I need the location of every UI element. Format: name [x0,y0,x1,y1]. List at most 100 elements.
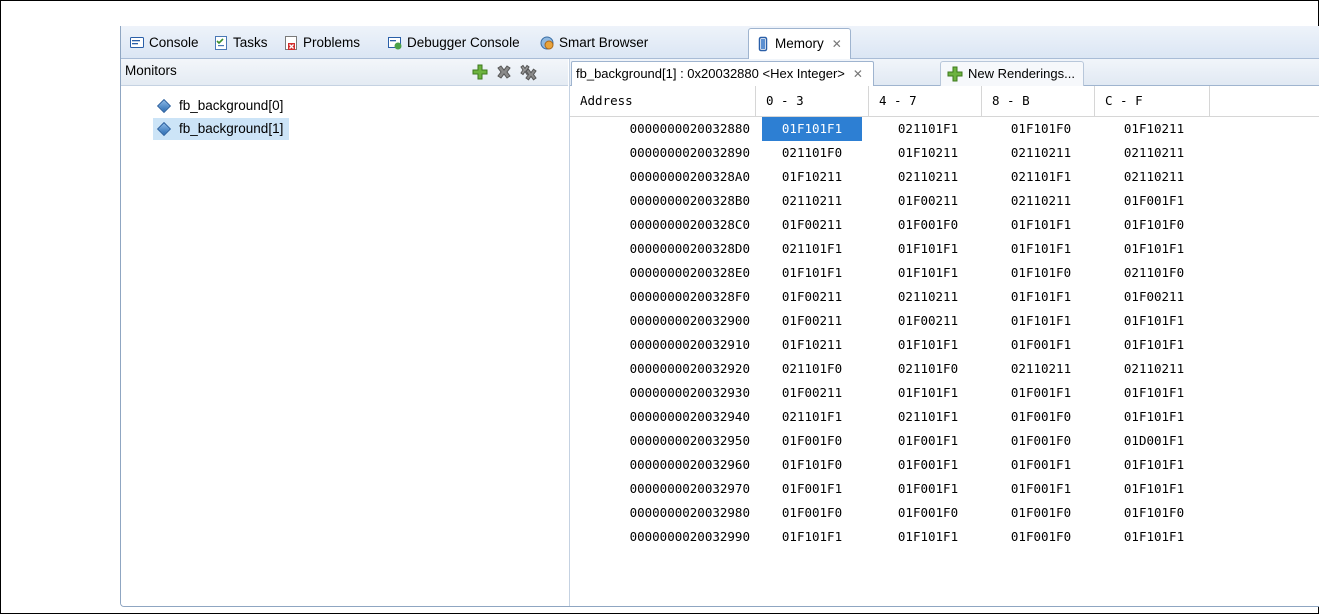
column-header-4-7[interactable]: 4 - 7 [869,86,982,116]
memory-value-cell[interactable]: 01F001F1 [988,381,1094,405]
monitors-title: Monitors [125,63,177,78]
memory-value-cell[interactable]: 01F101F1 [762,525,862,549]
memory-value-cell[interactable]: 02110211 [1101,141,1207,165]
add-monitor-icon[interactable] [471,63,489,81]
memory-value-cell[interactable]: 01F101F0 [1101,501,1207,525]
close-icon[interactable]: ✕ [832,29,842,59]
memory-value-cell[interactable]: 01F101F1 [988,237,1094,261]
memory-row: 00000000200328F0 01F00211 02110211 01F101F1… [570,285,1319,309]
memory-value-cell[interactable]: 01F101F1 [988,285,1094,309]
memory-value-cell[interactable]: 01F101F1 [988,213,1094,237]
memory-value-cell[interactable]: 01F10211 [762,165,862,189]
memory-value-cell[interactable]: 01F00211 [762,309,862,333]
memory-value-cell[interactable]: 01F101F1 [1101,309,1207,333]
memory-value-cell[interactable]: 021101F1 [762,237,862,261]
tab-console[interactable]: Console [129,32,199,54]
memory-value-cell[interactable]: 01F101F1 [875,237,981,261]
column-header-c-f[interactable]: C - F [1095,86,1210,116]
memory-value-cell[interactable]: 021101F1 [988,165,1094,189]
monitors-header: Monitors [121,59,568,86]
memory-value-cell[interactable]: 01F101F1 [1101,477,1207,501]
memory-value-cell[interactable]: 02110211 [988,357,1094,381]
memory-value-cell[interactable]: 021101F1 [875,117,981,141]
memory-value-cell[interactable]: 01F101F1 [1101,333,1207,357]
tab-smart-browser[interactable]: Smart Browser [539,32,648,54]
memory-value-cell[interactable]: 01F101F0 [988,261,1094,285]
memory-value-cell[interactable]: 01F001F1 [875,477,981,501]
memory-value-cell[interactable]: 021101F1 [762,405,862,429]
memory-value-cell[interactable]: 02110211 [1101,165,1207,189]
monitor-item-fb-background-0[interactable]: fb_background[0] [153,95,289,117]
memory-value-cell[interactable]: 01F001F1 [1101,189,1207,213]
new-renderings-tab[interactable]: New Renderings... [940,61,1084,86]
memory-row: 0000000020032970 01F001F1 01F001F1 01F001F1… [570,477,1319,501]
memory-value-cell[interactable]: 01F001F0 [988,429,1094,453]
memory-value-cell[interactable]: 01F00211 [875,189,981,213]
memory-value-cell[interactable]: 01F00211 [875,309,981,333]
memory-value-cell[interactable]: 01F101F1 [1101,405,1207,429]
memory-value-cell[interactable]: 01F001F1 [875,453,981,477]
memory-value-cell[interactable]: 02110211 [1101,357,1207,381]
memory-value-cell[interactable]: 01F101F0 [1101,213,1207,237]
memory-value-cell[interactable]: 01F101F1 [875,261,981,285]
memory-value-cell[interactable]: 01F001F0 [875,213,981,237]
memory-row: 00000000200328D0 021101F1 01F101F1 01F101F1… [570,237,1319,261]
memory-value-cell[interactable]: 01F101F1 [875,381,981,405]
memory-value-cell[interactable]: 01F10211 [1101,117,1207,141]
tab-debugger-console[interactable]: Debugger Console [387,32,520,54]
memory-value-cell[interactable]: 01F101F1 [1101,381,1207,405]
memory-value-cell[interactable]: 01F00211 [762,213,862,237]
memory-value-cell[interactable]: 01F001F1 [988,453,1094,477]
memory-value-cell[interactable]: 01F001F0 [988,501,1094,525]
monitor-item-fb-background-1[interactable]: fb_background[1] [153,118,290,140]
console-icon [129,35,145,51]
memory-value-cell[interactable]: 02110211 [988,141,1094,165]
memory-value-cell[interactable]: 021101F0 [875,357,981,381]
remove-all-monitors-icon[interactable] [519,63,537,81]
memory-value-cell[interactable]: 01F001F0 [762,501,862,525]
memory-value-cell[interactable]: 021101F0 [762,357,862,381]
memory-value-cell[interactable]: 01F001F1 [988,333,1094,357]
memory-value-cell[interactable]: 01F001F0 [875,501,981,525]
memory-value-cell[interactable]: 01F101F1 [1101,237,1207,261]
memory-value-cell[interactable]: 01F101F1 [988,309,1094,333]
memory-value-cell[interactable]: 02110211 [988,189,1094,213]
close-icon[interactable]: ✕ [853,62,863,86]
memory-value-cell[interactable]: 01F10211 [875,141,981,165]
memory-value-cell[interactable]: 01F101F1 [762,117,862,141]
memory-value-cell[interactable]: 021101F0 [762,141,862,165]
memory-value-cell[interactable]: 01F00211 [1101,285,1207,309]
memory-value-cell[interactable]: 01F10211 [762,333,862,357]
memory-value-cell[interactable]: 01F001F0 [988,405,1094,429]
memory-value-cell[interactable]: 02110211 [875,285,981,309]
column-header-8-b[interactable]: 8 - B [982,86,1095,116]
memory-value-cell[interactable]: 02110211 [875,165,981,189]
memory-value-cell[interactable]: 021101F0 [1101,261,1207,285]
memory-value-cell[interactable]: 01F00211 [762,381,862,405]
memory-value-cell[interactable]: 01F101F0 [762,453,862,477]
memory-value-cell[interactable]: 01F101F1 [875,333,981,357]
column-header-address[interactable]: Address [570,86,756,116]
memory-value-cell[interactable]: 01F101F1 [1101,525,1207,549]
memory-row: 0000000020032980 01F001F0 01F001F0 01F001F0… [570,501,1319,525]
column-header-0-3[interactable]: 0 - 3 [756,86,869,116]
memory-value-cell[interactable]: 01F101F1 [762,261,862,285]
tab-problems[interactable]: Problems [283,32,360,54]
memory-value-cell[interactable]: 01F101F1 [875,525,981,549]
memory-value-cell[interactable]: 01F00211 [762,285,862,309]
remove-monitor-icon[interactable] [495,63,513,81]
tab-rendering-hex-integer[interactable]: fb_background[1] : 0x20032880 <Hex Integ… [571,61,874,86]
tab-tasks[interactable]: Tasks [213,32,268,54]
memory-value-cell[interactable]: 01F001F1 [988,477,1094,501]
address-cell: 0000000020032970 [629,481,750,496]
memory-value-cell[interactable]: 01F001F1 [762,477,862,501]
memory-value-cell[interactable]: 01D001F1 [1101,429,1207,453]
memory-value-cell[interactable]: 021101F1 [875,405,981,429]
memory-value-cell[interactable]: 01F101F0 [988,117,1094,141]
memory-value-cell[interactable]: 01F001F0 [988,525,1094,549]
memory-value-cell[interactable]: 01F001F1 [875,429,981,453]
memory-value-cell[interactable]: 01F001F0 [762,429,862,453]
memory-value-cell[interactable]: 01F101F1 [1101,453,1207,477]
tab-memory[interactable]: Memory ✕ [748,28,851,59]
memory-value-cell[interactable]: 02110211 [762,189,862,213]
